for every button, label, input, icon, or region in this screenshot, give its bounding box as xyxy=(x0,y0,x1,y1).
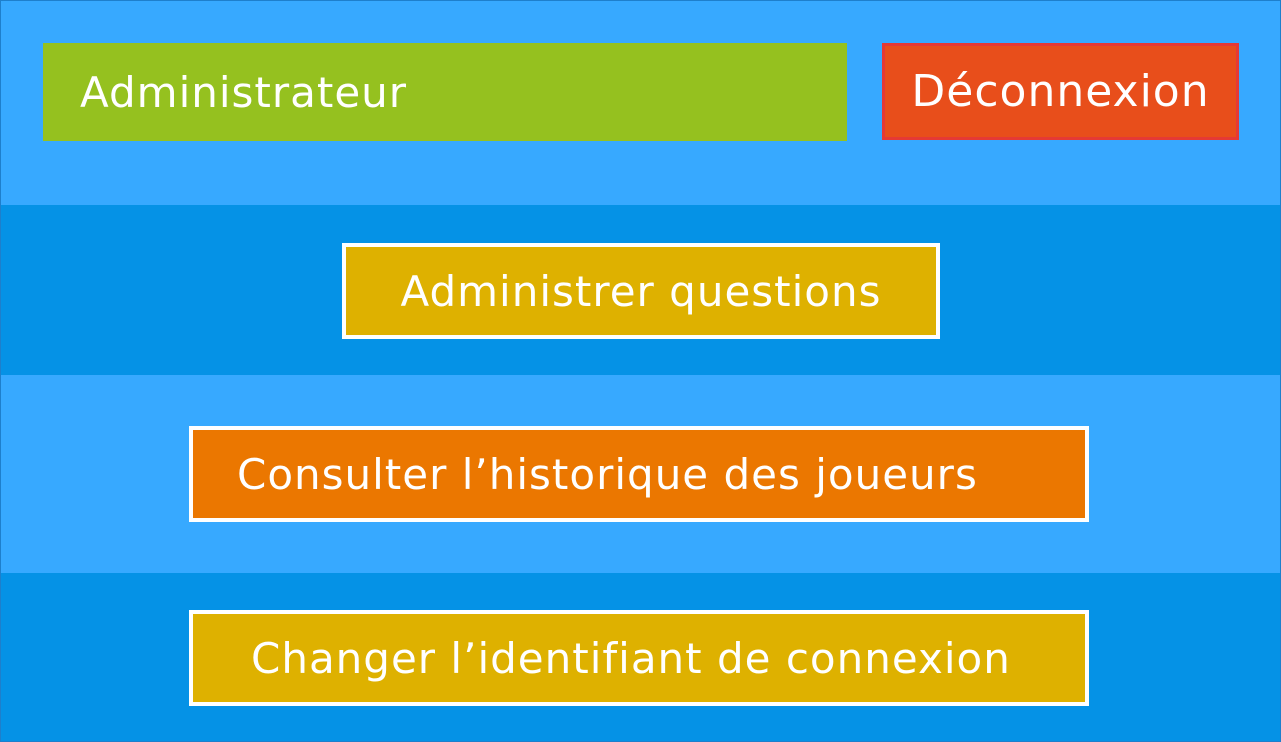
manage-questions-button[interactable]: Administrer questions xyxy=(342,243,940,339)
player-history-label: Consulter l’historique des joueurs xyxy=(237,449,978,499)
manage-questions-label: Administrer questions xyxy=(400,266,882,316)
change-login-button[interactable]: Changer l’identifiant de connexion xyxy=(189,610,1089,706)
change-login-label: Changer l’identifiant de connexion xyxy=(251,633,1011,683)
player-history-button[interactable]: Consulter l’historique des joueurs xyxy=(189,426,1089,522)
page-title: Administrateur xyxy=(43,43,847,141)
logout-button[interactable]: Déconnexion xyxy=(882,43,1239,140)
page-title-label: Administrateur xyxy=(80,67,408,117)
logout-button-label: Déconnexion xyxy=(911,66,1210,117)
